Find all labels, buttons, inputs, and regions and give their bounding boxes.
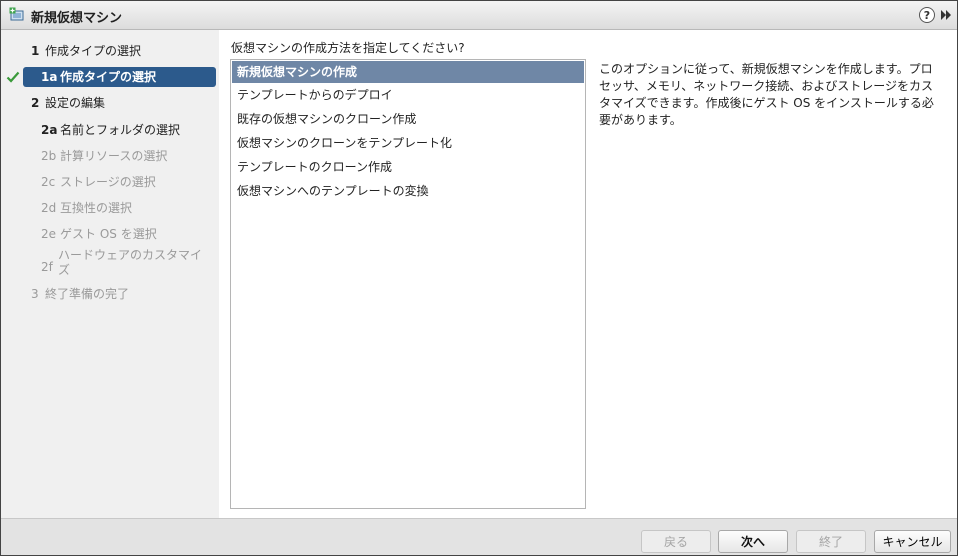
option-create-new-vm[interactable]: 新規仮想マシンの作成 [232,61,584,83]
new-vm-icon [9,7,24,21]
finish-button[interactable]: 終了 [796,530,866,553]
new-vm-dialog: 新規仮想マシン ? 1 作成タイプの選択 1a 作成タイプの選択 2 設定の編集… [0,0,958,556]
cancel-button[interactable]: キャンセル [874,530,951,553]
option-description: このオプションに従って、新規仮想マシンを作成します。プロ セッサ、メモリ、ネット… [599,62,934,127]
next-button[interactable]: 次へ [718,530,788,553]
main-panel: 仮想マシンの作成方法を指定してください? 新規仮想マシンの作成 テンプレートから… [219,30,957,518]
option-convert-template-to-vm[interactable]: 仮想マシンへのテンプレートの変換 [232,180,584,202]
button-bar: 戻る 次へ 終了 キャンセル [1,518,957,555]
creation-type-list[interactable]: 新規仮想マシンの作成 テンプレートからのデプロイ 既存の仮想マシンのクローン作成… [230,59,586,509]
check-icon [6,71,20,83]
title-bar: 新規仮想マシン ? [1,1,957,30]
option-clone-vm-to-template[interactable]: 仮想マシンのクローンをテンプレート化 [232,132,584,154]
option-clone-existing-vm[interactable]: 既存の仮想マシンのクローン作成 [232,108,584,130]
help-icon[interactable]: ? [919,7,935,23]
creation-type-prompt: 仮想マシンの作成方法を指定してください? [231,41,465,55]
dialog-title: 新規仮想マシン [31,11,123,26]
option-deploy-from-template[interactable]: テンプレートからのデプロイ [232,84,584,106]
option-clone-template[interactable]: テンプレートのクローン作成 [232,156,584,178]
expand-icon[interactable] [939,8,953,22]
step-1a[interactable]: 1a 作成タイプの選択 [23,67,216,87]
back-button[interactable]: 戻る [641,530,711,553]
wizard-steps-sidebar: 1 作成タイプの選択 1a 作成タイプの選択 2 設定の編集 2a 名前とフォル… [1,30,219,518]
